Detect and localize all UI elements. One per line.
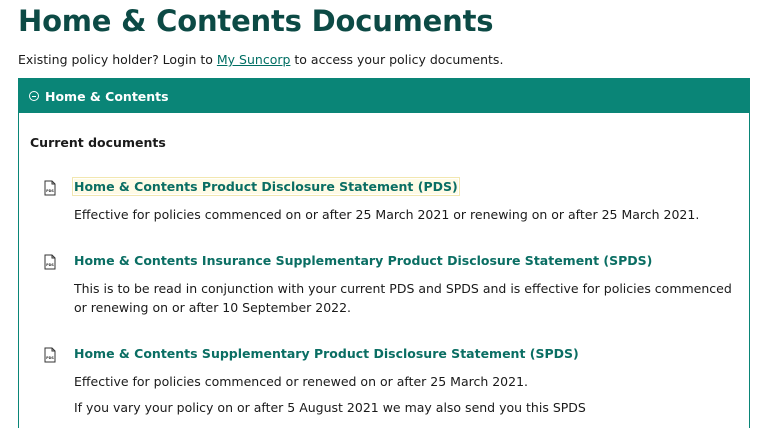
- pdf-icon: PDS: [44, 180, 56, 196]
- document-description: Effective for policies commenced or rene…: [74, 374, 529, 389]
- accordion-title: Home & Contents: [45, 88, 169, 104]
- intro-text: Existing policy holder? Login to My Sunc…: [18, 52, 503, 67]
- document-description-extra: If you vary your policy on or after 5 Au…: [74, 400, 586, 415]
- accordion-home-contents: Home & Contents Current documents PDS Ho…: [18, 78, 750, 428]
- section-heading: Current documents: [30, 135, 166, 150]
- svg-text:PDS: PDS: [46, 263, 54, 267]
- pdf-icon: PDS: [44, 254, 56, 270]
- svg-text:PDS: PDS: [46, 189, 54, 193]
- document-link[interactable]: Home & Contents Insurance Supplementary …: [74, 253, 652, 268]
- document-link[interactable]: Home & Contents Supplementary Product Di…: [74, 346, 579, 361]
- accordion-header[interactable]: Home & Contents: [19, 79, 749, 113]
- svg-text:PDS: PDS: [46, 356, 54, 360]
- document-link[interactable]: Home & Contents Product Disclosure State…: [72, 177, 460, 196]
- pdf-icon: PDS: [44, 347, 56, 363]
- intro-after: to access your policy documents.: [290, 52, 504, 67]
- page: Home & Contents Documents Existing polic…: [0, 0, 768, 428]
- page-title: Home & Contents Documents: [18, 4, 494, 38]
- document-description: This is to be read in conjunction with y…: [74, 281, 732, 315]
- minus-circle-icon: [29, 91, 39, 101]
- document-description: Effective for policies commenced on or a…: [74, 207, 700, 222]
- my-suncorp-link[interactable]: My Suncorp: [217, 52, 291, 67]
- intro-before: Existing policy holder? Login to: [18, 52, 217, 67]
